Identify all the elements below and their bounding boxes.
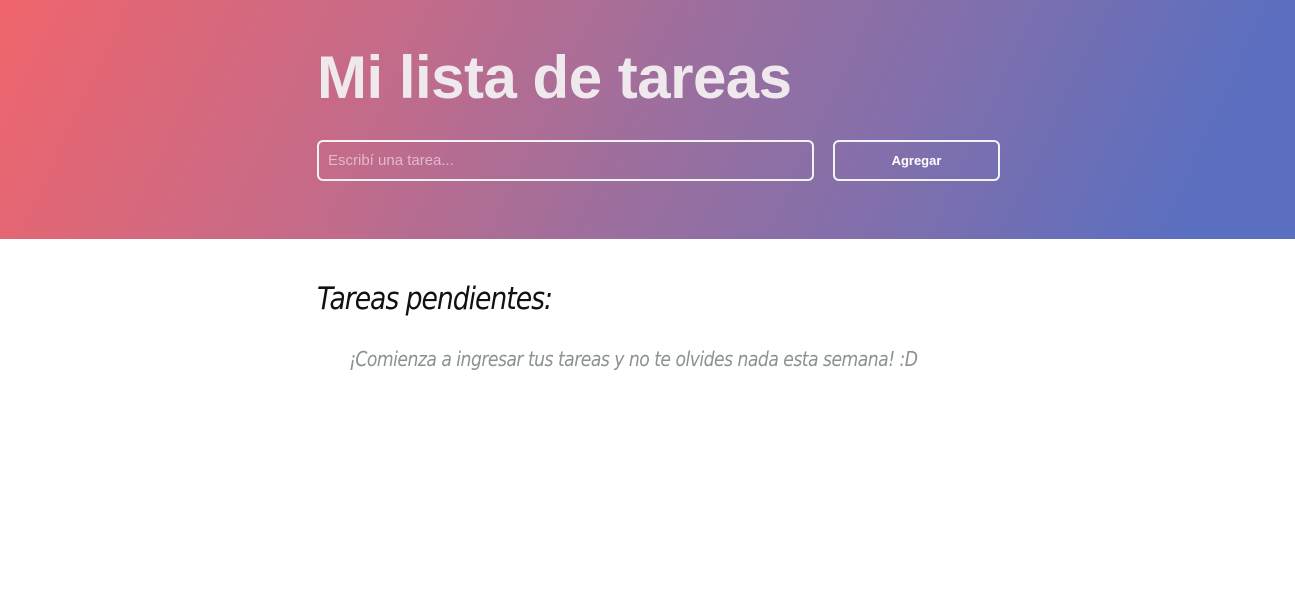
page-title: Mi lista de tareas [317,44,792,111]
header-container: Mi lista de tareas Agregar [317,0,1001,239]
task-input[interactable] [317,140,814,181]
header-banner: Mi lista de tareas Agregar [0,0,1295,239]
pending-tasks-heading: Tareas pendientes: [317,281,553,317]
add-task-button[interactable]: Agregar [833,140,1000,181]
empty-list-message: ¡Comienza a ingresar tus tareas y no te … [349,347,918,371]
